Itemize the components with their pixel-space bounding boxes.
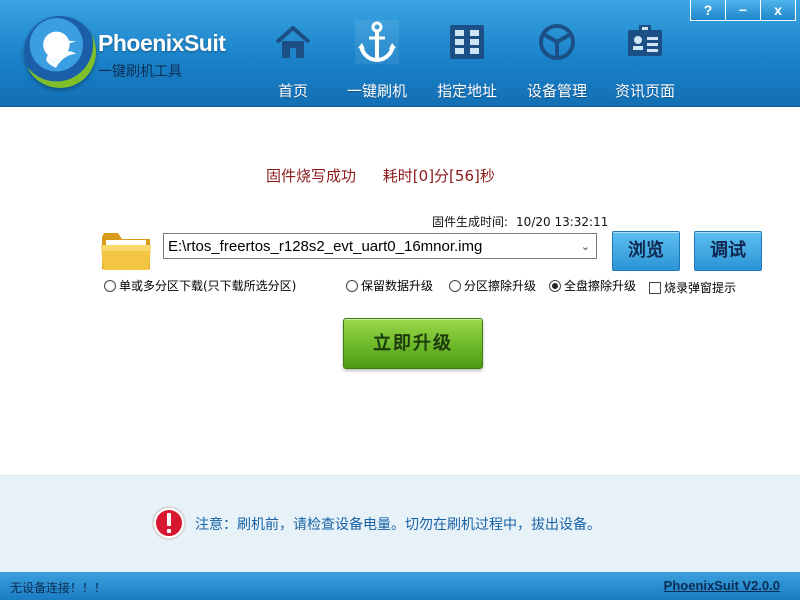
option-keep-data[interactable]: 保留数据升级 [346,277,433,294]
notice-area: 注意：刷机前，请检查设备电量。切勿在刷机过程中，拔出设备。 [0,475,800,573]
chevron-down-icon[interactable]: ⌄ [581,234,590,260]
nav-specify-address-label: 指定地址 [436,82,497,100]
checkbox-burn-popup[interactable] [649,281,661,294]
warning-icon [152,506,186,540]
nav-one-click-flash[interactable]: 一键刷机 [335,12,419,104]
option-partition-erase-label: 分区擦除升级 [464,279,537,293]
notice-text: 注意：刷机前，请检查设备电量。切勿在刷机过程中，拔出设备。 [195,517,601,533]
minimize-button[interactable]: − [725,0,761,21]
version-link[interactable]: PhoenixSuit V2.0.0 [664,578,780,593]
gen-time-label: 固件生成时间: [432,215,509,229]
nav-device-management[interactable]: 设备管理 [515,12,599,104]
option-single-multi-partition-label: 单或多分区下载(只下载所选分区) [119,279,297,293]
app-brand: PhoenixSuit [98,30,226,56]
flash-result-text: 固件烧写成功 [266,167,357,185]
folder-icon[interactable] [100,229,152,271]
option-burn-popup[interactable]: 烧录弹窗提示 [649,279,736,296]
option-keep-data-label: 保留数据升级 [361,279,434,293]
nav-home[interactable]: 首页 [251,12,335,104]
grid-icon [450,25,484,59]
debug-button[interactable]: 调试 [694,231,762,271]
option-partition-erase[interactable]: 分区擦除升级 [449,277,536,294]
elapsed-time-text: 耗时[0]分[56]秒 [382,167,495,185]
option-burn-popup-label: 烧录弹窗提示 [664,281,737,295]
nav-news-page-label: 资讯页面 [614,82,675,100]
help-button[interactable]: ? [690,0,726,21]
option-full-erase-label: 全盘擦除升级 [564,279,637,293]
firmware-path-value: E:\rtos_freertos_r128s2_evt_uart0_16mnor… [168,238,483,255]
nav-one-click-flash-label: 一键刷机 [346,82,407,100]
radio-full-erase[interactable] [549,279,561,292]
status-bar: 无设备连接！！！ PhoenixSuit V2.0.0 [0,572,800,600]
close-button[interactable]: x [760,0,796,21]
title-header: PhoenixSuit 一键刷机工具 首页 一键刷机 指定地址 设备管理 资讯页… [0,0,800,107]
device-connection-status: 无设备连接！！！ [10,581,107,595]
phoenix-logo-icon [24,16,96,88]
nav-device-management-label: 设备管理 [526,82,587,100]
nav-home-label: 首页 [277,82,308,100]
gen-time-value: 10/20 13:32:11 [516,215,609,229]
home-icon [275,26,311,58]
nav-specify-address[interactable]: 指定地址 [425,12,509,104]
radio-single-multi-partition[interactable] [104,279,116,292]
option-single-multi-partition[interactable]: 单或多分区下载(只下载所选分区) [104,277,296,294]
firmware-gen-time: 固件生成时间: 10/20 13:32:11 [432,213,608,230]
upgrade-now-button[interactable]: 立即升级 [343,318,483,369]
radio-partition-erase[interactable] [449,279,461,292]
browse-button[interactable]: 浏览 [612,231,680,271]
app-subtitle: 一键刷机工具 [98,64,182,80]
news-icon [628,25,662,56]
firmware-path-select[interactable]: E:\rtos_freertos_r128s2_evt_uart0_16mnor… [163,233,597,259]
cube-icon [539,24,575,60]
flash-status: 固件烧写成功 耗时[0]分[56]秒 [266,165,517,186]
anchor-icon [355,20,399,64]
window-controls: ? − x [690,0,796,22]
nav-news-page[interactable]: 资讯页面 [603,12,687,104]
option-full-erase[interactable]: 全盘擦除升级 [549,277,636,294]
flash-panel: 固件烧写成功 耗时[0]分[56]秒 固件生成时间: 10/20 13:32:11… [0,107,800,475]
radio-keep-data[interactable] [346,279,358,292]
